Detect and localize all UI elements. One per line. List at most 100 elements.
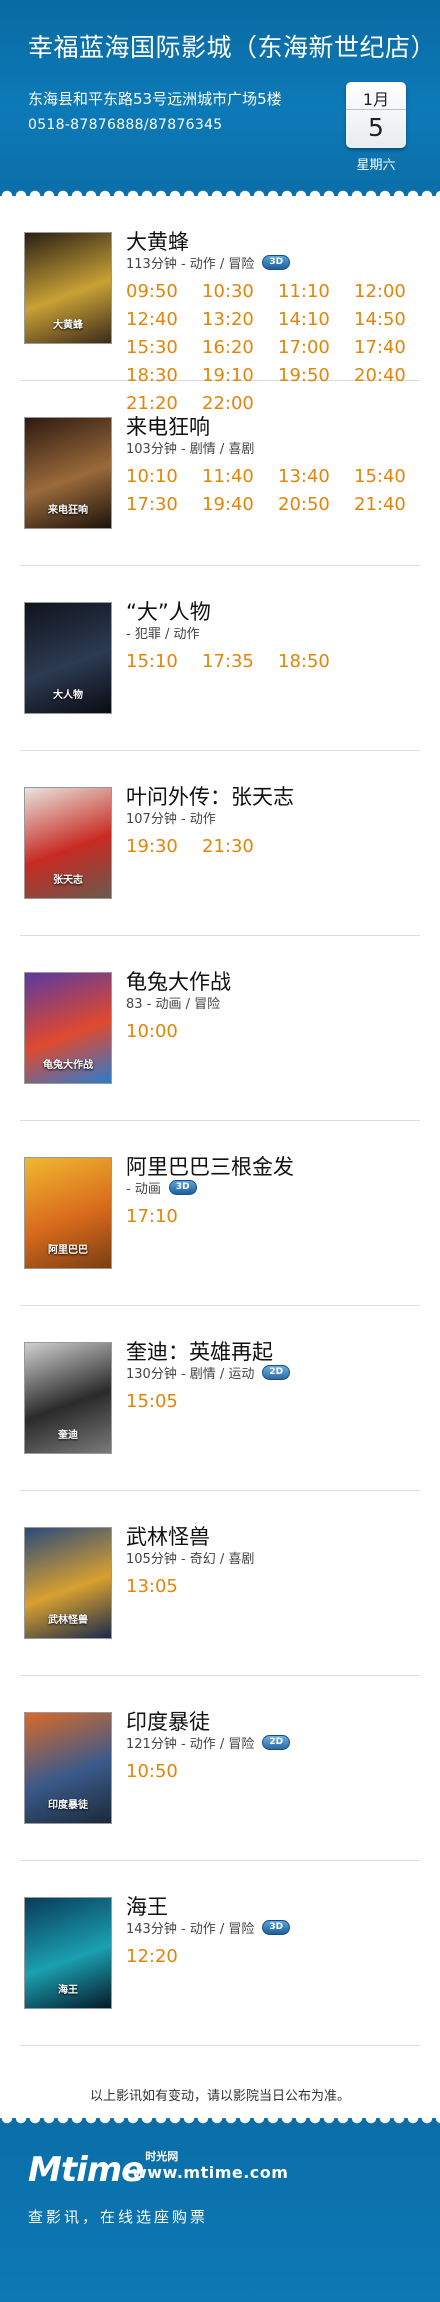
movie-item[interactable]: 大黄蜂 大黄蜂 113分钟 - 动作 / 冒险 3D 09:50 10:30 11:10 12… xyxy=(20,196,420,414)
movie-title[interactable]: 奎迪：英雄再起 xyxy=(126,1336,273,1366)
movie-poster[interactable]: 来电狂响 xyxy=(24,417,112,529)
showtime-link[interactable]: 10:30 xyxy=(202,280,278,304)
movie-poster[interactable]: 武林怪兽 xyxy=(24,1527,112,1639)
showtime-link[interactable]: 13:05 xyxy=(126,1575,202,1599)
showtime-link[interactable]: 10:00 xyxy=(126,1020,202,1044)
showtime-link[interactable]: 19:40 xyxy=(202,493,278,517)
mtime-logo-cn: 时光网 xyxy=(145,2150,179,2163)
movie-meta: 121分钟 - 动作 / 冒险 2D xyxy=(126,1733,291,1752)
movie-meta-text: - 动画 xyxy=(126,1182,161,1197)
format-badge-icon: 3D xyxy=(262,255,291,270)
movie-title[interactable]: 海王 xyxy=(126,1891,168,1921)
movie-title[interactable]: 印度暴徒 xyxy=(126,1706,210,1736)
movie-poster[interactable]: 奎迪 xyxy=(24,1342,112,1454)
showtime-link[interactable]: 14:50 xyxy=(354,308,430,332)
poster-title: 阿里巴巴 xyxy=(48,1245,88,1256)
showtime-link[interactable]: 17:35 xyxy=(202,650,278,674)
showtime-link[interactable]: 15:40 xyxy=(354,465,430,489)
showtime-grid: 17:10 xyxy=(126,1205,430,1229)
showtime-link[interactable]: 11:40 xyxy=(202,465,278,489)
cinema-name: 幸福蓝海国际影城（东海新世纪店） xyxy=(28,33,437,62)
showtime-link[interactable]: 15:10 xyxy=(126,650,202,674)
showtime-link[interactable]: 17:10 xyxy=(126,1205,202,1229)
showtime-link[interactable]: 12:20 xyxy=(126,1945,202,1969)
movie-title[interactable]: 龟兔大作战 xyxy=(126,966,231,996)
showtime-link[interactable]: 15:05 xyxy=(126,1390,202,1414)
showtime-link[interactable]: 13:40 xyxy=(278,465,354,489)
movie-item[interactable]: 奎迪 奎迪：英雄再起 130分钟 - 剧情 / 运动 2D 15:05 xyxy=(20,1306,420,1491)
movie-poster[interactable]: 龟兔大作战 xyxy=(24,972,112,1084)
showtime-link[interactable]: 17:40 xyxy=(354,336,430,360)
poster-title: 海王 xyxy=(58,1985,78,1996)
showtime-link[interactable]: 15:30 xyxy=(126,336,202,360)
poster-title: 来电狂响 xyxy=(48,505,88,516)
showtime-grid: 10:10 11:40 13:40 15:40 17:30 19:40 20:50 21:40 xyxy=(126,465,430,517)
showtime-link[interactable]: 11:10 xyxy=(278,280,354,304)
movie-item[interactable]: 龟兔大作战 龟兔大作战 83 - 动画 / 冒险 10:00 xyxy=(20,936,420,1121)
movie-meta: 130分钟 - 剧情 / 运动 2D xyxy=(126,1363,291,1382)
movie-meta-text: 83 - 动画 / 冒险 xyxy=(126,997,221,1012)
movie-meta-text: 105分钟 - 奇幻 / 喜剧 xyxy=(126,1552,255,1567)
movie-meta: 105分钟 - 奇幻 / 喜剧 xyxy=(126,1548,254,1567)
showtime-link[interactable]: 17:30 xyxy=(126,493,202,517)
format-badge-icon: 3D xyxy=(168,1180,197,1195)
movie-poster[interactable]: 大黄蜂 xyxy=(24,232,112,344)
movie-title[interactable]: 叶问外传：张天志 xyxy=(126,781,294,811)
poster-title: 武林怪兽 xyxy=(48,1615,88,1626)
showtime-link[interactable]: 20:50 xyxy=(278,493,354,517)
showtime-link[interactable]: 10:50 xyxy=(126,1760,202,1784)
showtime-grid: 15:05 xyxy=(126,1390,430,1414)
movie-title[interactable]: 武林怪兽 xyxy=(126,1521,210,1551)
movie-item[interactable]: 阿里巴巴 阿里巴巴三根金发 - 动画 3D 17:10 xyxy=(20,1121,420,1306)
cinema-address: 东海县和平东路53号远洲城市广场5楼 xyxy=(28,90,282,108)
movie-poster[interactable]: 张天志 xyxy=(24,787,112,899)
movie-meta-text: 130分钟 - 剧情 / 运动 xyxy=(126,1367,255,1382)
movie-item[interactable]: 大人物 “大”人物 - 犯罪 / 动作 15:10 17:35 18:50 xyxy=(20,566,420,751)
showtime-link[interactable]: 14:10 xyxy=(278,308,354,332)
showtime-link[interactable]: 21:30 xyxy=(202,835,278,859)
showtime-link[interactable]: 19:30 xyxy=(126,835,202,859)
movie-item[interactable]: 张天志 叶问外传：张天志 107分钟 - 动作 19:30 21:30 xyxy=(20,751,420,936)
movie-meta: - 动画 3D xyxy=(126,1178,197,1197)
movie-meta: 103分钟 - 剧情 / 喜剧 xyxy=(126,438,254,457)
showtime-link[interactable]: 21:40 xyxy=(354,493,430,517)
poster-title: 大人物 xyxy=(53,690,83,701)
movie-item[interactable]: 武林怪兽 武林怪兽 105分钟 - 奇幻 / 喜剧 13:05 xyxy=(20,1491,420,1676)
movie-poster[interactable]: 印度暴徒 xyxy=(24,1712,112,1824)
movie-poster[interactable]: 海王 xyxy=(24,1897,112,2009)
movie-item[interactable]: 印度暴徒 印度暴徒 121分钟 - 动作 / 冒险 2D 10:50 xyxy=(20,1676,420,1861)
showtime-link[interactable]: 16:20 xyxy=(202,336,278,360)
showtime-link[interactable]: 12:40 xyxy=(126,308,202,332)
mtime-logo-mark: Mtime xyxy=(28,2150,144,2190)
movie-item[interactable]: 海王 海王 143分钟 - 动作 / 冒险 3D 12:20 xyxy=(20,1861,420,2046)
movie-poster[interactable]: 大人物 xyxy=(24,602,112,714)
poster-title: 印度暴徒 xyxy=(48,1800,88,1811)
showtime-grid: 15:10 17:35 18:50 xyxy=(126,650,430,674)
poster-title: 大黄蜂 xyxy=(53,320,83,331)
movie-title[interactable]: “大”人物 xyxy=(126,596,211,626)
footer-slogan: 查影讯，在线选座购票 xyxy=(28,2208,209,2226)
movie-item[interactable]: 来电狂响 来电狂响 103分钟 - 剧情 / 喜剧 10:10 11:40 13:40 15… xyxy=(20,381,420,566)
format-badge-icon: 3D xyxy=(262,1920,291,1935)
movie-meta-text: 121分钟 - 动作 / 冒险 xyxy=(126,1737,255,1752)
movie-meta-text: 143分钟 - 动作 / 冒险 xyxy=(126,1922,255,1937)
showtime-link[interactable]: 10:10 xyxy=(126,465,202,489)
movie-title[interactable]: 大黄蜂 xyxy=(126,226,189,256)
movie-meta: - 犯罪 / 动作 xyxy=(126,623,199,642)
showtime-link[interactable]: 12:00 xyxy=(354,280,430,304)
showtime-link[interactable]: 13:20 xyxy=(202,308,278,332)
showtime-link[interactable]: 17:00 xyxy=(278,336,354,360)
notice-text: 以上影讯如有变动，请以影院当日公布为准。 xyxy=(89,2089,350,2104)
site-url-link[interactable]: www.mtime.com xyxy=(132,2163,288,2182)
format-badge-icon: 2D xyxy=(262,1365,291,1380)
poster-title: 奎迪 xyxy=(58,1430,78,1441)
showtime-link[interactable]: 09:50 xyxy=(126,280,202,304)
showtime-link[interactable]: 18:50 xyxy=(278,650,354,674)
showtime-grid: 19:30 21:30 xyxy=(126,835,430,859)
showtime-page: 幸福蓝海国际影城（东海新世纪店） 东海县和平东路53号远洲城市广场5楼 0518… xyxy=(0,0,440,2302)
movie-title[interactable]: 阿里巴巴三根金发 xyxy=(126,1151,294,1181)
movie-meta-text: 107分钟 - 动作 xyxy=(126,812,216,827)
movie-poster[interactable]: 阿里巴巴 xyxy=(24,1157,112,1269)
showtime-grid: 10:00 xyxy=(126,1020,430,1044)
movie-title[interactable]: 来电狂响 xyxy=(126,411,210,441)
